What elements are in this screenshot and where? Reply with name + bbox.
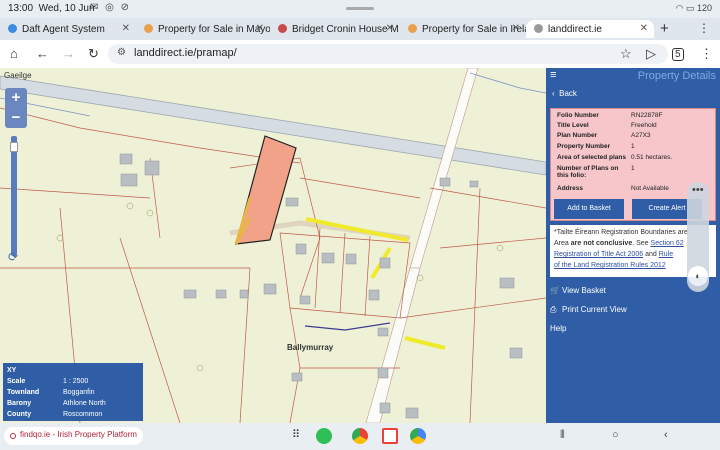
site-chip[interactable]: findqo.ie - Irish Property Platform — [4, 427, 143, 445]
tab-label: Property for Sale in Irela — [422, 24, 526, 35]
floating-volume-control[interactable]: ••• ◐ — [687, 182, 709, 292]
reset-map-icon[interactable]: ⟳ — [8, 250, 18, 264]
site-favicon-icon — [10, 433, 16, 439]
home-nav-icon[interactable]: ○ — [612, 429, 619, 441]
recents-icon[interactable]: ⦀ — [560, 429, 565, 442]
detail-row: Plan Number A27X3 — [557, 132, 651, 139]
battery-icon: ▭ — [685, 3, 695, 13]
address-bar: ⌂ ← → ↻ ⚙ landdirect.ie/pramap/ ☆ ▷ 5 ⋮ — [0, 40, 720, 68]
reload-icon[interactable]: ↻ — [88, 46, 99, 62]
back-icon[interactable]: ← — [36, 46, 49, 61]
new-tab-icon[interactable]: + — [660, 20, 669, 37]
close-icon[interactable]: ✕ — [386, 23, 394, 34]
zoom-slider[interactable] — [10, 136, 18, 256]
section-62-link[interactable]: Section 62 — [651, 240, 684, 247]
close-icon[interactable]: ✕ — [512, 23, 520, 34]
detail-row: Title Level Freehold — [557, 122, 657, 129]
tab-favicon-icon — [534, 24, 543, 33]
info-title: XY — [7, 367, 17, 374]
app-drawer-icon[interactable]: ⠿ — [292, 428, 300, 441]
menu-icon[interactable]: ≡ — [550, 69, 556, 81]
close-icon[interactable]: ✕ — [122, 23, 130, 34]
tab-bar: Daft Agent System ✕ Property for Sale in… — [0, 18, 720, 40]
zoom-slider-handle[interactable] — [10, 142, 18, 152]
info-row: Townland Bogganfin — [7, 389, 95, 396]
info-row: Barony Athlone North — [7, 400, 106, 407]
help-link[interactable]: Help — [550, 324, 566, 333]
map-view[interactable]: Gaeilge + − ⟳ Ballymurray XY Scale 1 : 25… — [0, 68, 546, 423]
screen: 13:00 Wed, 10 Jun ✉ ◎ ⊘ ◠ ▭ 120 Daft Age… — [0, 0, 720, 450]
url-field[interactable]: ⚙ landdirect.ie/pramap/ — [108, 44, 668, 64]
date: Wed, 10 Jun — [38, 3, 95, 14]
back-link[interactable]: ‹ Back — [546, 85, 720, 102]
gmail-app-icon[interactable] — [382, 428, 398, 444]
detail-row: Address Not Available — [557, 185, 669, 192]
rule-link[interactable]: Rule — [659, 251, 673, 258]
tab-favicon-icon — [408, 24, 417, 33]
tab-favicon-icon — [278, 24, 287, 33]
add-to-basket-button[interactable]: Add to Basket — [554, 199, 624, 219]
property-details-panel: ≡ Property Details ‹ Back Folio Number RN… — [546, 68, 720, 423]
close-icon[interactable]: ✕ — [256, 23, 264, 34]
view-basket-link[interactable]: 🛒 View Basket — [550, 286, 606, 295]
detail-row: Number of Plans on this folio:1 — [557, 165, 635, 179]
cart-icon: 🛒 — [550, 286, 560, 295]
tab-count-icon[interactable]: 5 — [672, 48, 684, 61]
detail-row: Area of selected plans 0.51 hectares. — [557, 154, 673, 161]
phone-app-icon[interactable] — [316, 428, 332, 444]
print-view-link[interactable]: ⎙ Print Current View — [550, 305, 627, 315]
bookmark-star-icon[interactable]: ☆ — [620, 46, 632, 62]
tab-label: landdirect.ie — [548, 24, 602, 35]
land-registration-rules-link[interactable]: of the Land Registration Rules 2012 — [554, 262, 666, 269]
system-bottom-bar: findqo.ie - Irish Property Platform ⠿ ⦀ … — [0, 423, 720, 450]
tab-landdirect[interactable]: landdirect.ie ✕ — [526, 20, 654, 38]
tab-property-mayo[interactable]: Property for Sale in Mayo ✕ — [136, 20, 270, 38]
place-label: Ballymurray — [287, 343, 334, 352]
chrome-app-icon[interactable] — [352, 428, 368, 444]
title-act-link[interactable]: Registration of Title Act 2006 — [554, 251, 643, 258]
tab-menu-icon[interactable]: ⋮ — [698, 21, 710, 35]
drive-app-icon[interactable] — [410, 428, 426, 444]
clock: 13:00 — [8, 3, 34, 14]
battery-level: 120 — [696, 3, 712, 13]
language-link[interactable]: Gaeilge — [4, 71, 32, 80]
tab-label: Property for Sale in Mayo — [158, 24, 270, 35]
wifi-icon: ◠ — [675, 3, 684, 13]
overflow-menu-icon[interactable]: ⋮ — [700, 46, 713, 62]
volume-icon[interactable]: ◐ — [688, 266, 708, 286]
home-icon[interactable]: ⌂ — [10, 46, 18, 61]
tab-bridget-cronin[interactable]: Bridget Cronin House M ✕ — [270, 20, 400, 38]
zoom-controls: + − — [5, 88, 27, 128]
notification-icons: ✉ ◎ ⊘ — [90, 2, 132, 13]
close-icon[interactable]: ✕ — [640, 23, 648, 34]
more-dots-icon[interactable]: ••• — [692, 184, 704, 196]
tab-favicon-icon — [8, 24, 17, 33]
print-icon: ⎙ — [550, 305, 557, 314]
info-row: County Roscommon — [7, 411, 103, 418]
camera-pill — [346, 7, 374, 10]
forward-icon[interactable]: → — [62, 46, 75, 61]
panel-title: Property Details — [637, 70, 716, 82]
map-info-box: XY Scale 1 : 2500 Townland Bogganfin Baron… — [3, 363, 143, 421]
zoom-in-button[interactable]: + — [5, 88, 27, 108]
tab-label: Bridget Cronin House M — [292, 24, 399, 35]
tab-daft-agent[interactable]: Daft Agent System ✕ — [0, 20, 136, 38]
status-bar: 13:00 Wed, 10 Jun ✉ ◎ ⊘ ◠ ▭ 120 — [0, 0, 720, 18]
site-settings-icon[interactable]: ⚙ — [117, 47, 126, 58]
media-play-icon[interactable]: ▷ — [646, 46, 656, 62]
detail-row: Property Number 1 — [557, 143, 635, 150]
tab-label: Daft Agent System — [22, 24, 105, 35]
tab-property-ireland[interactable]: Property for Sale in Irela ✕ — [400, 20, 526, 38]
zoom-out-button[interactable]: − — [5, 108, 27, 128]
detail-row: Folio Number RN22878F — [557, 112, 663, 119]
back-nav-icon[interactable]: ‹ — [664, 429, 668, 441]
tab-favicon-icon — [144, 24, 153, 33]
info-row: Scale 1 : 2500 — [7, 378, 89, 385]
